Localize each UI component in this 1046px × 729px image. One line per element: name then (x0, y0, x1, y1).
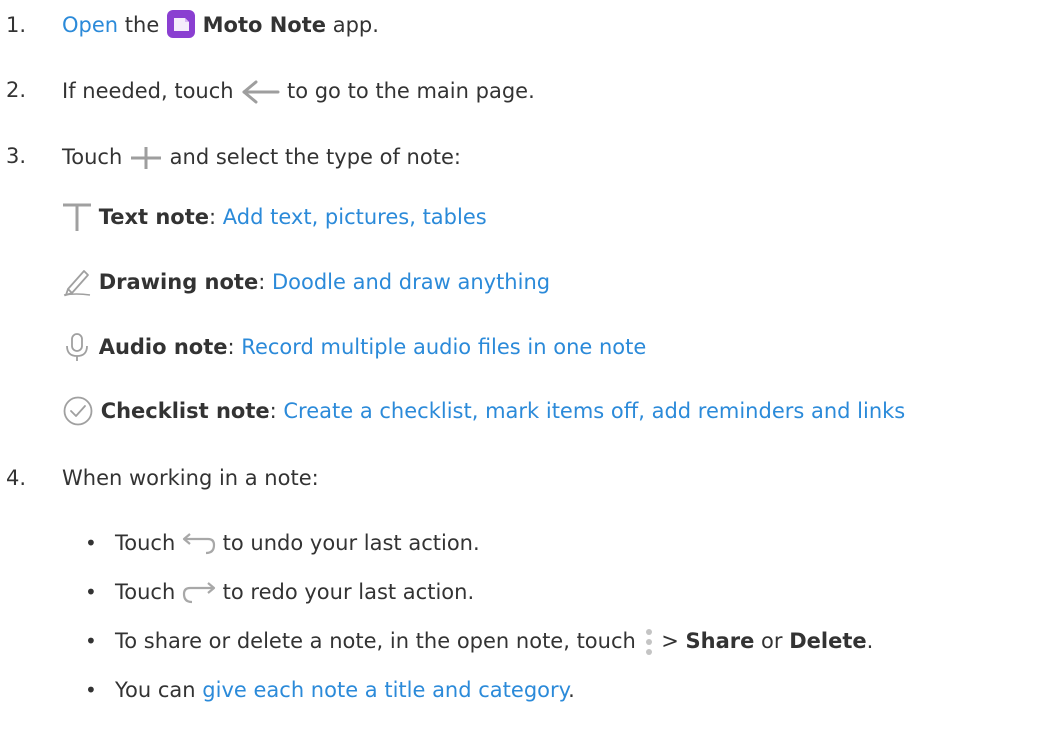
or-text: or (761, 629, 783, 653)
note-type-name: Text note (98, 205, 210, 229)
bullet-title-category: You can give each note a title and categ… (115, 675, 575, 705)
bullet-redo-after: to redo your last action. (222, 580, 475, 604)
menu-separator: > (661, 629, 679, 653)
share-label: Share (685, 629, 755, 653)
title-category-link[interactable]: give each note a title and category (202, 678, 568, 702)
note-type-name: Drawing note (98, 270, 259, 294)
step-3-before: Touch (62, 145, 123, 169)
note-type-checklist: Checklist note: Create a checklist, mark… (62, 396, 905, 428)
step-number-3: 3. (6, 144, 27, 168)
bullet-redo: Touch to redo your last action. (115, 577, 474, 607)
more-vertical-icon (643, 627, 655, 657)
step-2: If needed, touch to go to the main page. (62, 76, 535, 106)
note-type-desc-link[interactable]: Record multiple audio files in one note (241, 335, 646, 359)
bullet-undo: Touch to undo your last action. (115, 528, 480, 558)
step-2-before: If needed, touch (62, 79, 234, 103)
note-type-drawing: Drawing note: Doodle and draw anything (62, 267, 550, 298)
undo-icon (182, 533, 216, 555)
note-type-text: Text note: Add text, pictures, tables (62, 202, 487, 233)
step-number-2: 2. (6, 78, 27, 102)
bullet-marker: • (85, 678, 97, 702)
note-type-name: Checklist note (100, 399, 270, 423)
bullet-undo-after: to undo your last action. (222, 531, 480, 555)
step-1-app: app. (332, 13, 379, 37)
note-type-separator: : (227, 335, 235, 359)
note-type-separator: : (209, 205, 217, 229)
delete-label: Delete (789, 629, 867, 653)
pencil-icon (62, 267, 92, 297)
note-type-separator: : (258, 270, 266, 294)
bullet-redo-before: Touch (115, 580, 176, 604)
step-number-1: 1. (6, 13, 27, 37)
note-type-desc-link[interactable]: Add text, pictures, tables (223, 205, 487, 229)
step-3: Touch and select the type of note: (62, 142, 461, 172)
bullet-marker: • (85, 629, 97, 653)
bullet-share-delete: To share or delete a note, in the open n… (115, 626, 873, 657)
redo-icon (182, 582, 216, 604)
bullet-share-before: To share or delete a note, in the open n… (115, 629, 636, 653)
note-type-desc-link[interactable]: Create a checklist, mark items off, add … (283, 399, 905, 423)
bullet-share-end: . (866, 629, 874, 653)
microphone-icon (62, 332, 92, 362)
note-type-name: Audio note (98, 335, 228, 359)
note-type-desc-link[interactable]: Doodle and draw anything (272, 270, 550, 294)
note-type-audio: Audio note: Record multiple audio files … (62, 332, 646, 363)
bullet-marker: • (85, 531, 97, 555)
plus-icon (129, 145, 163, 171)
step-3-after: and select the type of note: (169, 145, 461, 169)
moto-note-app-icon (166, 9, 196, 39)
bullet-undo-before: Touch (115, 531, 176, 555)
bullet-title-before: You can (115, 678, 196, 702)
step-4: When working in a note: (62, 466, 319, 490)
check-circle-icon (62, 395, 94, 427)
text-t-icon (62, 202, 92, 232)
step-1-the: the (124, 13, 160, 37)
back-arrow-icon (240, 79, 280, 105)
note-type-separator: : (269, 399, 277, 423)
bullet-marker: • (85, 580, 97, 604)
app-name: Moto Note (202, 13, 327, 37)
step-2-after: to go to the main page. (286, 79, 535, 103)
step-number-4: 4. (6, 466, 27, 490)
step-1: Open the Moto Note app. (62, 10, 379, 41)
bullet-title-end: . (568, 678, 575, 702)
open-app-link[interactable]: Open (62, 13, 118, 37)
